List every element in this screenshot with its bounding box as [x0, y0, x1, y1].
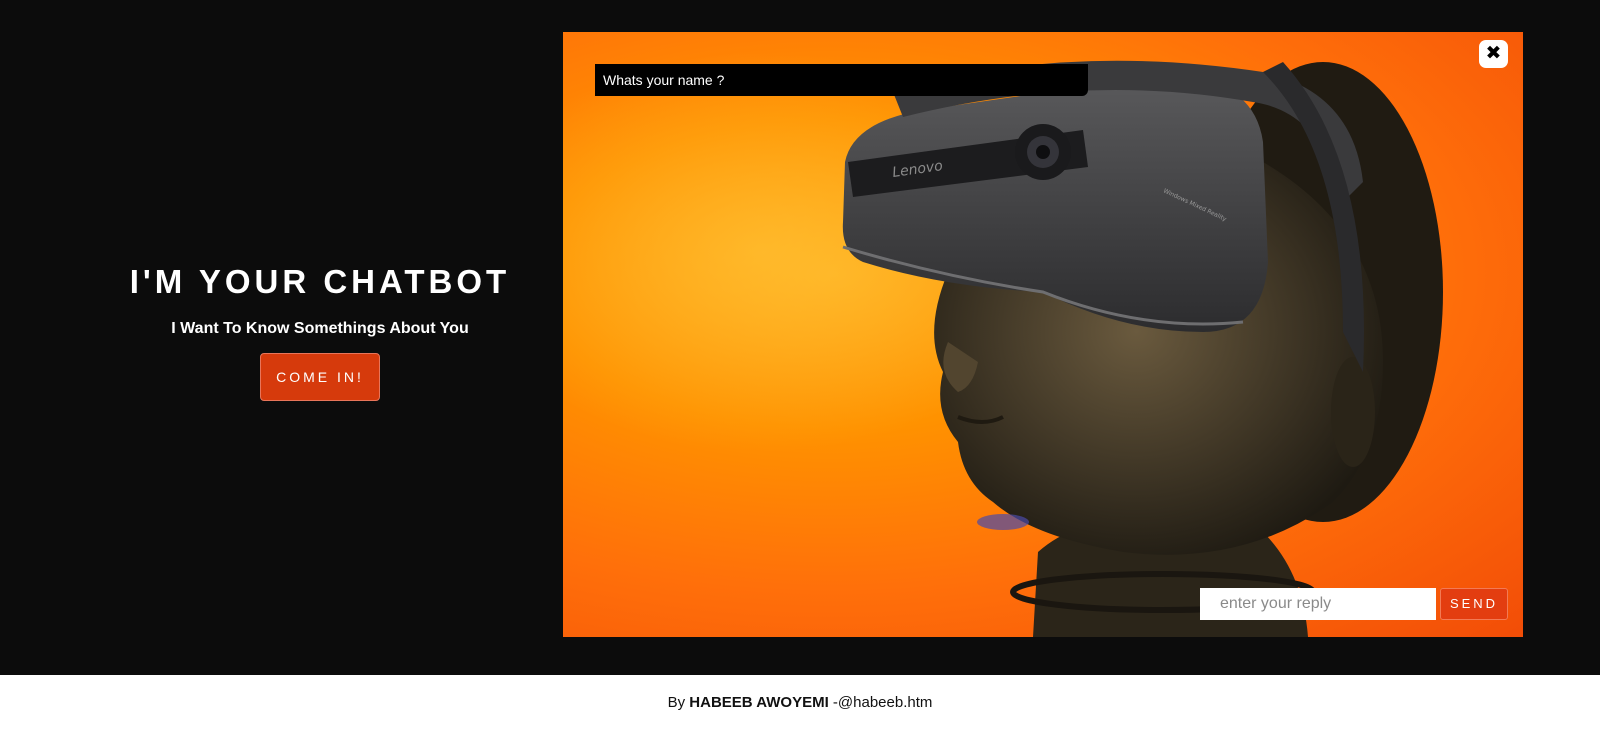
come-in-button[interactable]: COME IN! — [260, 353, 380, 401]
footer-handle: -@habeeb.htm — [828, 694, 933, 711]
close-icon[interactable]: ✖ — [1479, 40, 1508, 68]
headset-mannequin-image: Lenovo Windows Mixed Reality — [563, 52, 1443, 637]
footer: By HABEEB AWOYEMI -@habeeb.htm — [0, 675, 1600, 745]
intro-block: I'M YOUR CHATBOT I Want To Know Somethin… — [0, 260, 640, 401]
page-subtitle: I Want To Know Somethings About You — [171, 320, 469, 337]
footer-prefix: By — [667, 694, 690, 711]
page-title: I'M YOUR CHATBOT — [129, 263, 511, 300]
reply-input[interactable] — [1200, 588, 1436, 620]
hero-section: I'M YOUR CHATBOT I Want To Know Somethin… — [0, 0, 1600, 675]
footer-author: HABEEB AWOYEMI — [689, 694, 829, 711]
send-button[interactable]: SEND — [1440, 588, 1508, 620]
chatbot-panel: Lenovo Windows Mixed Reality Whats your … — [563, 32, 1523, 637]
bot-question: Whats your name ? — [595, 64, 1088, 96]
